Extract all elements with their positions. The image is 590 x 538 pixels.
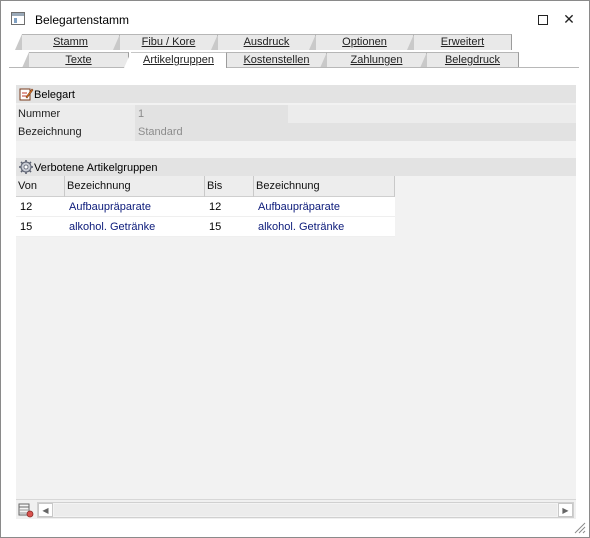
column-header-bezeichnung-bis[interactable]: Bezeichnung [254,176,395,197]
verbotene-heading: Verbotene Artikelgruppen [34,162,158,174]
tab-label: Zahlungen [350,54,403,66]
artikelgruppen-grid: Von Bezeichnung Bis Bezeichnung 12 Aufba… [16,176,576,498]
tab-label: Kostenstellen [243,54,310,66]
window: Belegartenstamm ✕ Stamm Fibu / Kore Ausd… [0,0,590,538]
gear-icon [19,160,33,174]
scroll-left-button[interactable]: ◀ [38,503,53,517]
tab-label: Ausdruck [243,36,290,48]
close-button[interactable]: ✕ [554,7,584,31]
grid-header: Von Bezeichnung Bis Bezeichnung [16,176,395,197]
tab-texte[interactable]: Texte [22,52,129,68]
table-settings-icon[interactable] [18,502,34,518]
cell-von[interactable]: 12 [16,197,65,217]
tab-stamm[interactable]: Stamm [15,34,120,50]
tab-belegdruck[interactable]: Belegdruck [420,52,519,68]
tab-divider [9,67,579,68]
tab-optionen[interactable]: Optionen [309,34,414,50]
column-header-bezeichnung-von[interactable]: Bezeichnung [65,176,205,197]
cell-von-bezeichnung[interactable]: alkohol. Getränke [65,217,205,237]
table-row[interactable]: 15 alkohol. Getränke 15 alkohol. Getränk… [16,217,395,237]
tab-artikelgruppen[interactable]: Artikelgruppen [124,52,227,68]
horizontal-scrollbar[interactable]: ◀ ▶ [37,502,574,518]
app-window-icon [11,12,25,25]
cell-bis[interactable]: 15 [205,217,254,237]
tab-label: Optionen [342,36,387,48]
edit-document-icon [19,88,34,101]
cell-bis-bezeichnung[interactable]: alkohol. Getränke [254,217,395,237]
cell-bis-bezeichnung[interactable]: Aufbaupräparate [254,197,395,217]
cell-von[interactable]: 15 [16,217,65,237]
tab-ausdruck[interactable]: Ausdruck [211,34,316,50]
tab-zahlungen[interactable]: Zahlungen [320,52,427,68]
bezeichnung-field[interactable]: Standard [135,123,576,141]
bezeichnung-row: Bezeichnung Standard [16,123,576,141]
nummer-label: Nummer [18,108,61,120]
tab-label: Texte [65,54,92,66]
tab-label: Stamm [53,36,88,48]
resize-grip-icon[interactable] [572,520,586,534]
grid-body: 12 Aufbaupräparate 12 Aufbaupräparate 15… [16,197,395,237]
column-header-von[interactable]: Von [16,176,65,197]
scroll-track[interactable] [54,504,557,516]
nummer-row: Nummer 1 [16,105,576,123]
tab-label: Belegdruck [444,54,501,66]
maximize-icon [538,15,548,26]
tab-label: Erweitert [440,36,485,48]
belegart-header: Belegart [16,85,576,103]
cell-bis[interactable]: 12 [205,197,254,217]
tab-label: Artikelgruppen [143,54,214,66]
title-bar: Belegartenstamm ✕ [1,1,589,35]
belegart-heading: Belegart [34,89,75,101]
window-title: Belegartenstamm [35,13,130,27]
tab-label: Fibu / Kore [141,36,196,48]
nummer-field[interactable]: 1 [135,105,288,123]
bottom-toolbar: ◀ ▶ [16,499,576,519]
column-header-bis[interactable]: Bis [205,176,254,197]
tab-kostenstellen[interactable]: Kostenstellen [220,52,327,68]
cell-von-bezeichnung[interactable]: Aufbaupräparate [65,197,205,217]
tab-erweitert[interactable]: Erweitert [407,34,512,50]
verbotene-header: Verbotene Artikelgruppen [16,158,576,176]
table-row[interactable]: 12 Aufbaupräparate 12 Aufbaupräparate [16,197,395,217]
content-panel: Belegart Nummer 1 Bezeichnung Standard V [16,85,576,519]
tab-fibu-kore[interactable]: Fibu / Kore [113,34,218,50]
bezeichnung-label: Bezeichnung [18,126,82,138]
scroll-right-button[interactable]: ▶ [558,503,573,517]
